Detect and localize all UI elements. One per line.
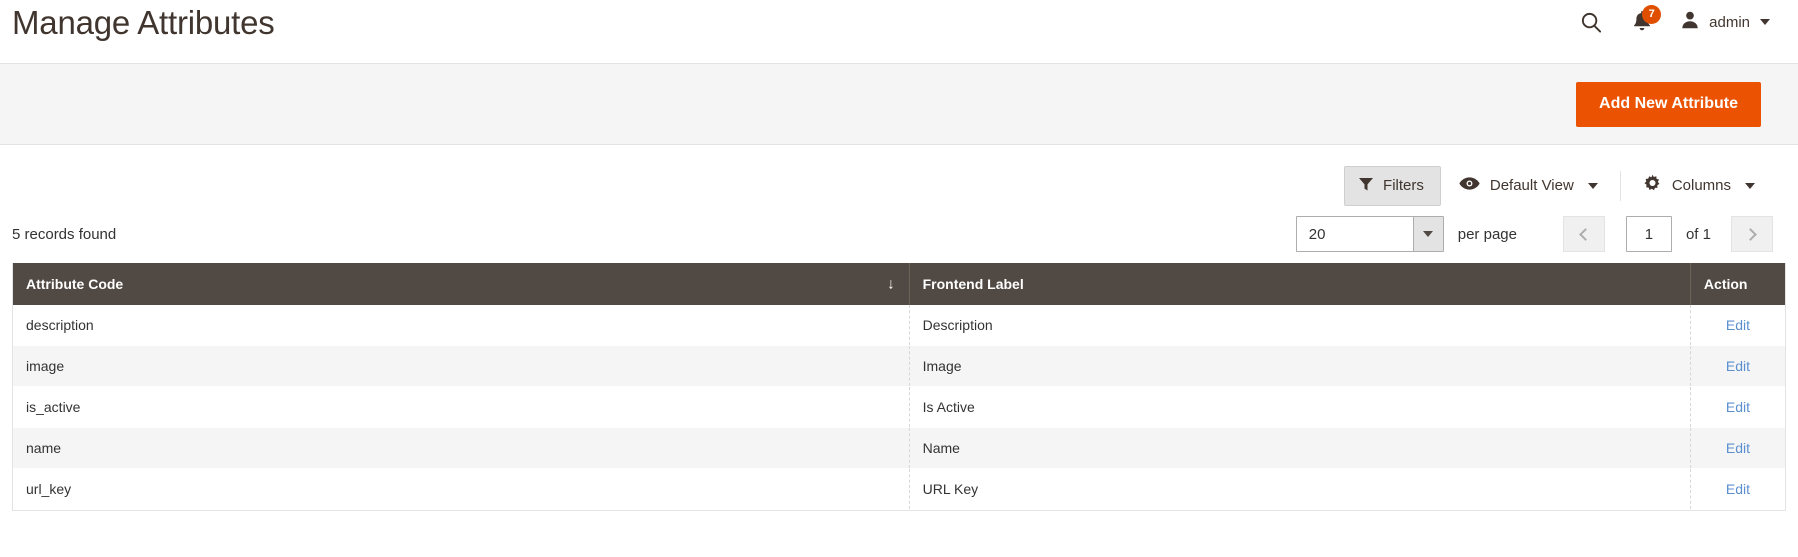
cell-frontend-label: Name xyxy=(908,427,1691,469)
eye-icon xyxy=(1459,176,1480,195)
cell-action: Edit xyxy=(1689,305,1785,346)
table-body: description Description Edit image Image… xyxy=(13,305,1785,510)
edit-link[interactable]: Edit xyxy=(1726,481,1750,497)
user-menu[interactable]: admin xyxy=(1667,9,1776,36)
column-header-frontend-label[interactable]: Frontend Label xyxy=(909,263,1691,305)
edit-link[interactable]: Edit xyxy=(1726,399,1750,415)
chevron-down-icon xyxy=(1587,182,1598,189)
chevron-left-icon xyxy=(1579,227,1592,241)
columns-selector[interactable]: Columns xyxy=(1625,167,1773,205)
column-header-label: Action xyxy=(1703,276,1748,292)
page-header: Manage Attributes 7 admin xyxy=(0,0,1798,63)
cell-attribute-code: url_key xyxy=(13,468,910,510)
cell-action: Edit xyxy=(1689,386,1785,428)
column-header-label: Attribute Code xyxy=(26,276,124,292)
toolbar-divider xyxy=(1619,170,1621,201)
grid-container: Attribute Code ↓ Frontend Label Action d… xyxy=(0,263,1798,511)
cell-action: Edit xyxy=(1689,345,1785,387)
per-page-value: 20 xyxy=(1308,225,1326,243)
columns-label: Columns xyxy=(1671,177,1731,194)
attributes-table: Attribute Code ↓ Frontend Label Action d… xyxy=(13,263,1785,510)
user-avatar-icon xyxy=(1679,9,1701,36)
column-header-attribute-code[interactable]: Attribute Code ↓ xyxy=(13,263,910,305)
per-page-dropdown-arrow[interactable] xyxy=(1412,217,1443,251)
cell-attribute-code: image xyxy=(13,345,910,387)
cell-frontend-label: Image xyxy=(908,345,1691,387)
table-row[interactable]: description Description Edit xyxy=(13,305,1785,346)
records-found-label: 5 records found xyxy=(12,225,117,243)
cell-action: Edit xyxy=(1689,468,1785,510)
table-row[interactable]: name Name Edit xyxy=(13,427,1785,469)
search-icon xyxy=(1580,11,1603,34)
cell-attribute-code: is_active xyxy=(13,386,910,428)
cell-frontend-label: URL Key xyxy=(908,468,1691,510)
filters-label: Filters xyxy=(1383,177,1424,194)
edit-link[interactable]: Edit xyxy=(1726,358,1750,374)
chevron-down-icon xyxy=(1745,182,1755,189)
cell-attribute-code: description xyxy=(13,305,910,346)
chevron-down-icon xyxy=(1760,19,1770,25)
cell-frontend-label: Is Active xyxy=(908,386,1691,428)
user-name: admin xyxy=(1709,13,1750,31)
grid-head: 5 records found 20 per page of 1 xyxy=(0,205,1798,263)
edit-link[interactable]: Edit xyxy=(1726,440,1750,456)
total-pages-label: of 1 xyxy=(1685,225,1711,243)
cell-action: Edit xyxy=(1689,427,1785,469)
manage-attributes-page: Manage Attributes 7 admin Add New Attrib… xyxy=(0,0,1798,557)
page-number-input[interactable] xyxy=(1625,216,1672,252)
notification-badge: 7 xyxy=(1642,5,1662,24)
grid-outer-border: Attribute Code ↓ Frontend Label Action d… xyxy=(12,263,1786,511)
chevron-right-icon xyxy=(1744,227,1757,241)
column-header-action: Action xyxy=(1690,263,1785,305)
default-view-label: Default View xyxy=(1489,177,1574,194)
cell-frontend-label: Description xyxy=(908,305,1691,346)
page-title: Manage Attributes xyxy=(12,4,275,41)
grid-toolbar: Filters Default View Columns xyxy=(0,145,1798,206)
table-row[interactable]: is_active Is Active Edit xyxy=(13,386,1785,428)
gear-icon xyxy=(1643,174,1662,197)
filters-button[interactable]: Filters xyxy=(1344,165,1441,206)
sort-descending-icon: ↓ xyxy=(887,275,895,293)
page-actions-bar: Add New Attribute xyxy=(0,63,1798,145)
column-header-label: Frontend Label xyxy=(922,276,1024,292)
default-view-selector[interactable]: Default View xyxy=(1441,167,1616,205)
next-page-button[interactable] xyxy=(1731,216,1773,252)
header-actions: 7 admin xyxy=(1566,5,1776,36)
pagination-controls: 20 per page of 1 xyxy=(1295,216,1773,252)
cell-attribute-code: name xyxy=(13,427,910,469)
funnel-icon xyxy=(1358,176,1374,196)
add-new-attribute-button[interactable]: Add New Attribute xyxy=(1576,81,1761,127)
chevron-down-icon xyxy=(1423,231,1434,237)
search-button[interactable] xyxy=(1566,8,1617,36)
edit-link[interactable]: Edit xyxy=(1726,317,1750,333)
per-page-select[interactable]: 20 xyxy=(1295,216,1444,252)
notifications-button[interactable]: 7 xyxy=(1617,5,1667,36)
table-row[interactable]: image Image Edit xyxy=(13,345,1785,387)
table-header: Attribute Code ↓ Frontend Label Action xyxy=(13,263,1785,305)
previous-page-button[interactable] xyxy=(1562,216,1605,252)
table-header-row: Attribute Code ↓ Frontend Label Action xyxy=(13,263,1785,305)
bell-icon: 7 xyxy=(1631,5,1662,34)
table-row[interactable]: url_key URL Key Edit xyxy=(13,468,1785,510)
per-page-label: per page xyxy=(1457,225,1517,243)
